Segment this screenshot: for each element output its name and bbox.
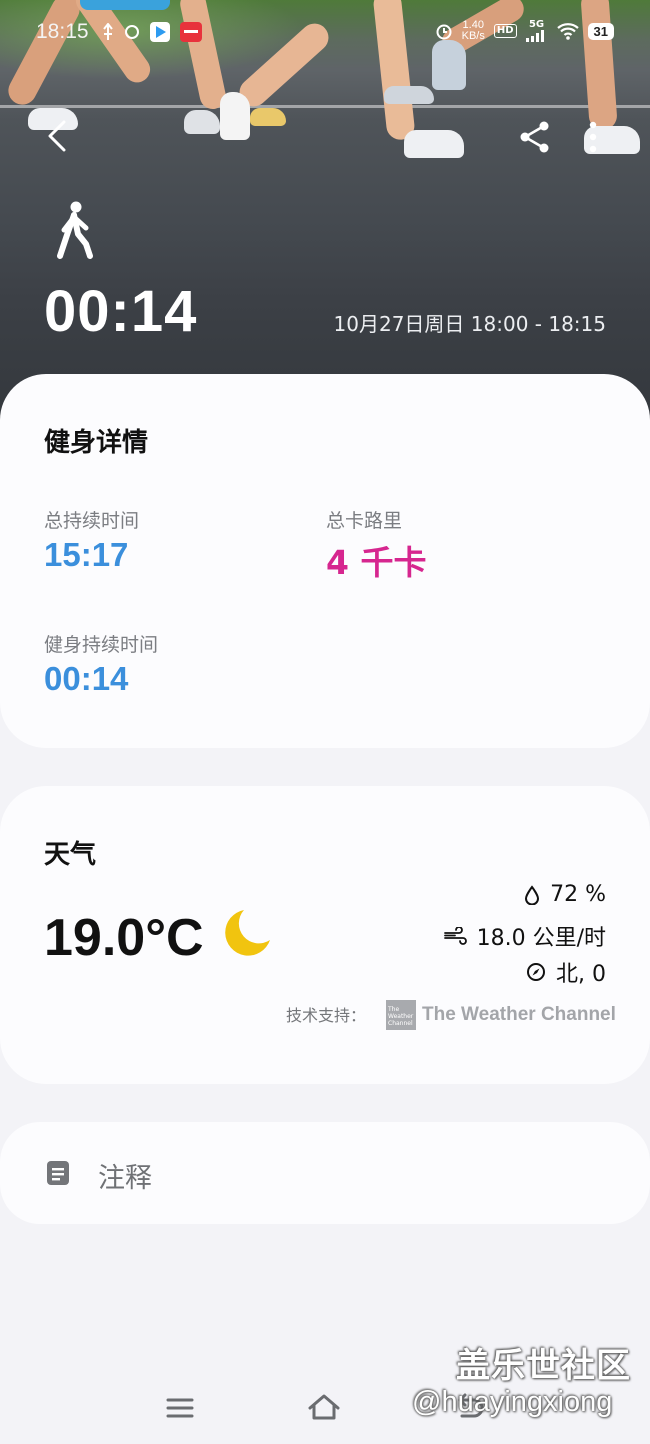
temperature: 19.0°C: [44, 909, 204, 967]
total-duration-value: 15:17: [44, 536, 129, 573]
watermark-handle: @huayingxiong: [412, 1386, 613, 1418]
powered-by-label: 技术支持：: [286, 1006, 367, 1025]
workout-date-range: 10月27日周日 18:00 - 18:15: [333, 312, 606, 336]
toutiao-icon: [180, 22, 202, 42]
recent-apps-icon[interactable]: [160, 1388, 200, 1428]
note-icon: [47, 1161, 69, 1185]
workout-duration-value: 00:14: [44, 660, 129, 697]
status-time: 18:15: [36, 20, 89, 43]
watermark-site: 盖乐世社区: [456, 1346, 631, 1386]
hero-banner: 18:15 1.40 KB/s HD 5G 31 00:14 10月27日周日 …: [0, 0, 650, 420]
net-speed-unit: KB/s: [461, 30, 485, 42]
fitness-details-card: 健身详情 总持续时间 15:17 总卡路里 4 千卡 健身持续时间 00:14: [0, 374, 650, 748]
weather-channel-logo: The Weather Channel: [386, 1000, 416, 1030]
total-duration-label: 总持续时间: [44, 510, 140, 532]
droplet-icon: [525, 884, 540, 905]
moon-icon: [225, 910, 270, 956]
circle-notification-icon: [125, 25, 139, 39]
wind-speed-row: 18.0 公里/时: [443, 920, 606, 952]
play-store-icon: [150, 22, 170, 42]
alarm-icon: [436, 24, 452, 40]
network-type: 5G: [528, 19, 545, 30]
humidity-value: 72 %: [550, 882, 606, 907]
photo-shoe: [384, 86, 434, 104]
wind-direction-value: 北, 0: [556, 962, 606, 987]
notification-icons: [102, 22, 202, 42]
photo-shoe: [404, 130, 464, 158]
status-right: 1.40 KB/s HD 5G 31: [435, 20, 614, 42]
signal-bars-icon: [525, 30, 544, 42]
share-icon[interactable]: [516, 118, 554, 156]
home-icon[interactable]: [304, 1388, 344, 1428]
total-calories-label: 总卡路里: [326, 510, 403, 532]
total-calories-value: 4 千卡: [326, 543, 427, 582]
wifi-icon: [556, 23, 579, 40]
cell-signal: 5G: [525, 19, 548, 42]
compass-icon: [527, 963, 546, 981]
wind-speed-value: 18.0 公里/时: [476, 926, 606, 951]
fitness-details-title: 健身详情: [44, 428, 149, 458]
wind-icon: [443, 927, 467, 945]
net-speed: 1.40 KB/s: [462, 20, 485, 42]
weather-provider-name[interactable]: The Weather Channel: [422, 1004, 616, 1026]
status-bar: 18:15 1.40 KB/s HD 5G 31: [0, 0, 650, 64]
wind-direction-row: 北, 0: [526, 956, 606, 988]
hd-badge: HD: [493, 24, 517, 38]
photo-shoe: [220, 92, 250, 140]
photo-shoe: [250, 108, 286, 126]
walking-person-icon: [57, 201, 93, 259]
back-icon[interactable]: [38, 116, 78, 156]
notes-card[interactable]: 注释: [0, 1122, 650, 1224]
road-stripe: [0, 105, 650, 108]
more-options-icon[interactable]: [578, 118, 608, 156]
battery-level: 31: [587, 22, 614, 40]
weather-card: 天气 19.0°C 72 % 18.0 公里/时 北, 0 技术支持： The …: [0, 786, 650, 1084]
notes-label: 注释: [98, 1163, 152, 1194]
photo-shoe: [184, 110, 220, 134]
workout-duration-label: 健身持续时间: [44, 634, 159, 656]
usb-icon: [103, 23, 113, 40]
humidity-row: 72 %: [524, 882, 606, 907]
weather-title: 天气: [44, 840, 97, 870]
workout-duration: 00:14: [44, 279, 198, 344]
